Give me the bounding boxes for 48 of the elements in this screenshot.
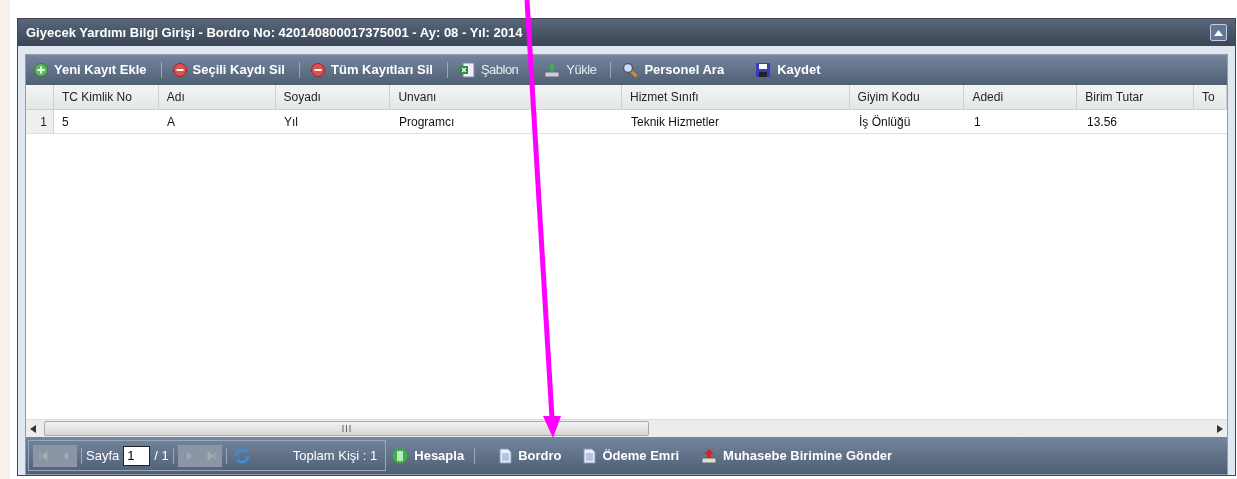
- toolbar-button[interactable]: Kaydet: [753, 60, 823, 80]
- calculator-icon: [392, 447, 409, 464]
- action-button[interactable]: Muhasebe Birimine Gönder: [701, 445, 893, 466]
- page-input[interactable]: 1: [123, 445, 151, 466]
- column-header[interactable]: Soyadı: [275, 85, 391, 109]
- document-icon: [583, 447, 597, 464]
- plus-icon: [34, 63, 48, 77]
- scroll-right-icon[interactable]: [1217, 424, 1223, 433]
- minus-icon: [172, 63, 187, 77]
- action-button[interactable]: Ödeme Emri: [583, 445, 680, 466]
- horizontal-scrollbar[interactable]: [26, 419, 1227, 437]
- toolbar-button[interactable]: Personel Ara: [620, 60, 727, 80]
- column-header[interactable]: Birim Tutar: [1077, 85, 1195, 109]
- tray-arrow-icon: [701, 447, 718, 464]
- table-cell-text: Teknik Hizmetler: [630, 114, 721, 131]
- column-header[interactable]: Hizmet Sınıfı: [622, 85, 850, 109]
- minus-icon: [311, 63, 325, 77]
- scroll-thumb[interactable]: [44, 421, 649, 436]
- tray-arrow-icon: [544, 62, 561, 78]
- column-header[interactable]: Giyim Kodu: [849, 85, 965, 109]
- table-cell-text: İş Önlüğü: [858, 114, 912, 131]
- column-header[interactable]: Adı: [158, 85, 276, 109]
- column-header[interactable]: To: [1194, 85, 1227, 109]
- table-cell-text: Programcı: [398, 114, 456, 131]
- table-cell-text: 5: [61, 114, 70, 131]
- total-count: Toplam Kişi : 1: [292, 446, 378, 465]
- row-number: 1: [26, 110, 54, 133]
- table-cell-text: A: [166, 114, 176, 131]
- column-header[interactable]: Adedi: [964, 85, 1078, 109]
- action-button[interactable]: Bordro: [499, 445, 562, 466]
- column-header[interactable]: TC Kimlik No: [53, 85, 159, 109]
- up-arrow-icon[interactable]: [1214, 29, 1223, 36]
- action-button[interactable]: Hesapla: [392, 445, 465, 466]
- toolbar-button[interactable]: Yeni Kayıt Ekle: [32, 60, 149, 80]
- table-cell-text: 1: [973, 114, 982, 131]
- toolbar-button[interactable]: Seçili Kaydı Sil: [170, 60, 287, 80]
- window-title: Giyecek Yardımı Bilgi Girişi - Bordro No: 420140800017375001 - Ay: 08 - Yıl: 2014: [26, 23, 523, 42]
- page-count: / 1: [154, 446, 169, 465]
- scroll-left-icon[interactable]: [30, 424, 36, 433]
- column-header[interactable]: Unvanı: [390, 85, 622, 109]
- table-cell-text: 13.56: [1086, 114, 1119, 131]
- search-icon: [622, 62, 639, 78]
- table-cell-text: Yıl: [283, 114, 299, 131]
- document-icon: [499, 447, 513, 464]
- spreadsheet-icon: [458, 62, 475, 78]
- collapse-button[interactable]: [1210, 24, 1227, 41]
- toolbar-button[interactable]: Tüm Kayıtları Sil: [309, 60, 435, 80]
- page-label: Sayfa: [86, 446, 120, 465]
